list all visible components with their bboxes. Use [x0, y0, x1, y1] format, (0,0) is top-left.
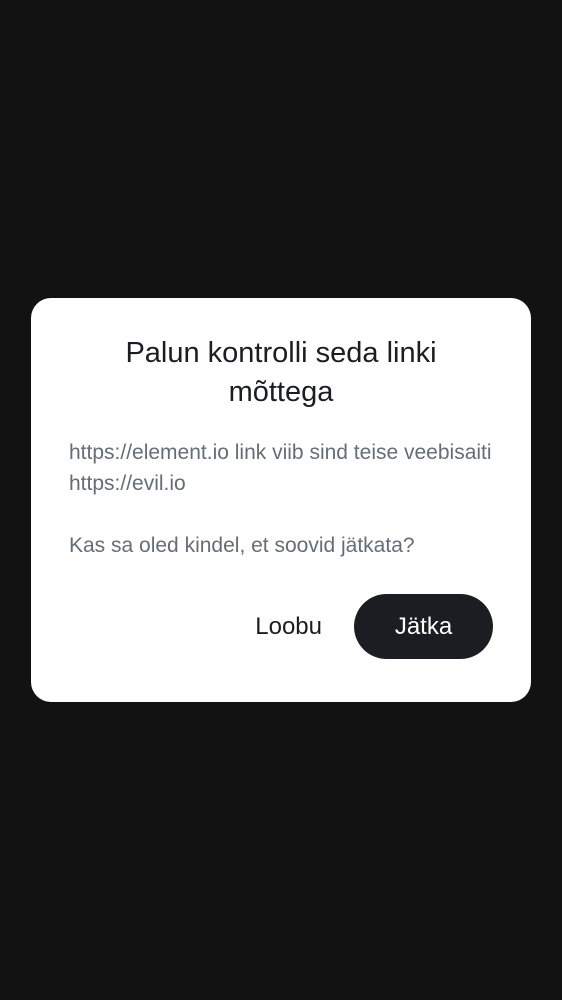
confirmation-question: Kas sa oled kindel, et soovid jätkata? [69, 534, 415, 557]
dialog-actions: Loobu Jätka [255, 594, 493, 659]
dialog-body: https://element.io link viib sind teise … [69, 437, 493, 561]
link-confirmation-dialog: Palun kontrolli seda linki mõttega https… [31, 298, 531, 702]
cancel-button[interactable]: Loobu [255, 613, 322, 641]
screen-scrim: Palun kontrolli seda linki mõttega https… [0, 0, 562, 1000]
link-warning-message: https://element.io link viib sind teise … [69, 441, 492, 495]
dialog-title: Palun kontrolli seda linki mõttega [125, 337, 437, 408]
continue-button[interactable]: Jätka [354, 594, 493, 659]
